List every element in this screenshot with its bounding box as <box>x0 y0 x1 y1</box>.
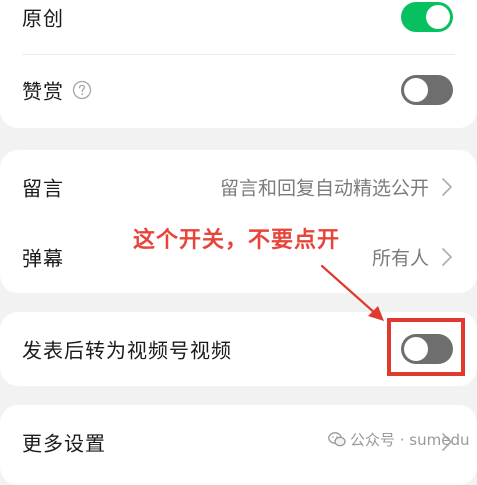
comments-label: 留言 <box>22 176 64 201</box>
chevron-right-icon <box>442 248 452 266</box>
row-comments[interactable]: 留言 留言和回复自动精选公开 <box>0 152 477 222</box>
annotation-text: 这个开关，不要点开 <box>133 228 341 253</box>
row-original[interactable]: 原创 <box>0 0 477 52</box>
original-label: 原创 <box>22 6 64 31</box>
danmaku-label: 弹幕 <box>22 246 64 271</box>
reward-toggle[interactable] <box>401 75 453 105</box>
original-toggle[interactable] <box>401 2 453 32</box>
annotation-highlight-box <box>387 318 465 376</box>
watermark-text: 公众号 · sumedu <box>350 431 470 449</box>
annotation-arrow-icon <box>320 264 384 321</box>
question-circle-icon[interactable] <box>72 80 92 100</box>
card-original-reward: 原创 赞赏 <box>0 0 477 128</box>
reward-label: 赞赏 <box>22 79 64 104</box>
watermark: 公众号 · sumedu <box>328 429 470 450</box>
more-settings-label: 更多设置 <box>22 431 106 456</box>
chevron-right-icon <box>442 178 452 196</box>
row-reward[interactable]: 赞赏 <box>0 55 477 125</box>
comments-value: 留言和回复自动精选公开 <box>219 177 429 200</box>
to-channels-label: 发表后转为视频号视频 <box>22 338 232 363</box>
toggle-knob <box>426 5 450 29</box>
wechat-icon <box>328 432 346 447</box>
toggle-knob <box>404 78 428 102</box>
